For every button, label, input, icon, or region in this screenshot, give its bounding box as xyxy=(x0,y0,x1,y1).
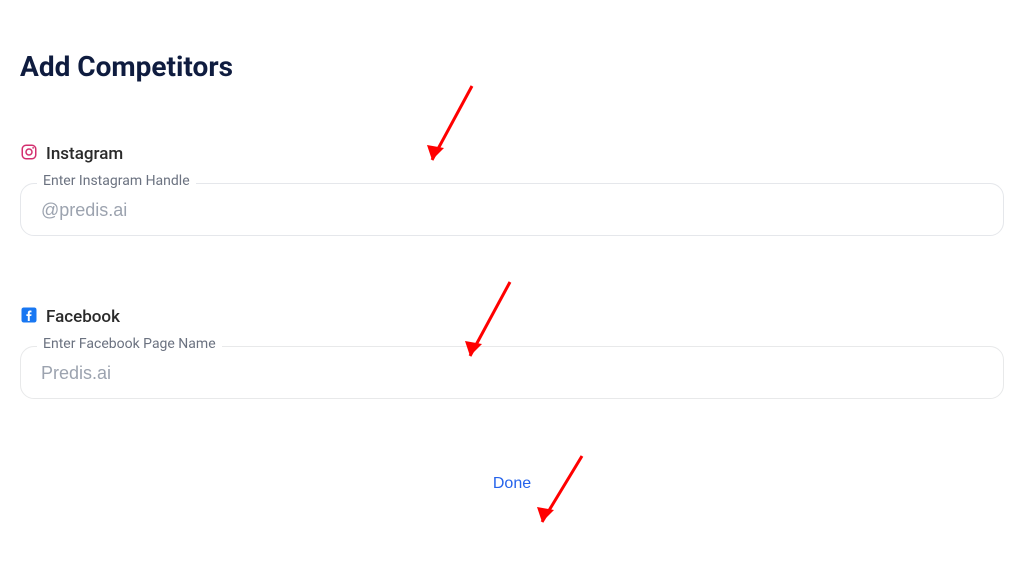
page-title: Add Competitors xyxy=(20,50,1004,83)
instagram-header: Instagram xyxy=(20,143,1004,165)
instagram-icon xyxy=(20,143,38,165)
facebook-header: Facebook xyxy=(20,306,1004,328)
instagram-handle-input[interactable] xyxy=(39,184,985,235)
facebook-page-input[interactable] xyxy=(39,347,985,398)
instagram-fieldset: Enter Instagram Handle xyxy=(20,183,1004,236)
facebook-icon xyxy=(20,306,38,328)
facebook-section: Facebook Enter Facebook Page Name xyxy=(20,306,1004,399)
instagram-section: Instagram Enter Instagram Handle xyxy=(20,143,1004,236)
facebook-field-legend: Enter Facebook Page Name xyxy=(37,336,222,352)
facebook-fieldset: Enter Facebook Page Name xyxy=(20,346,1004,399)
done-button[interactable]: Done xyxy=(481,469,543,499)
instagram-field-legend: Enter Instagram Handle xyxy=(37,173,196,189)
facebook-label: Facebook xyxy=(46,307,120,327)
instagram-label: Instagram xyxy=(46,144,123,164)
